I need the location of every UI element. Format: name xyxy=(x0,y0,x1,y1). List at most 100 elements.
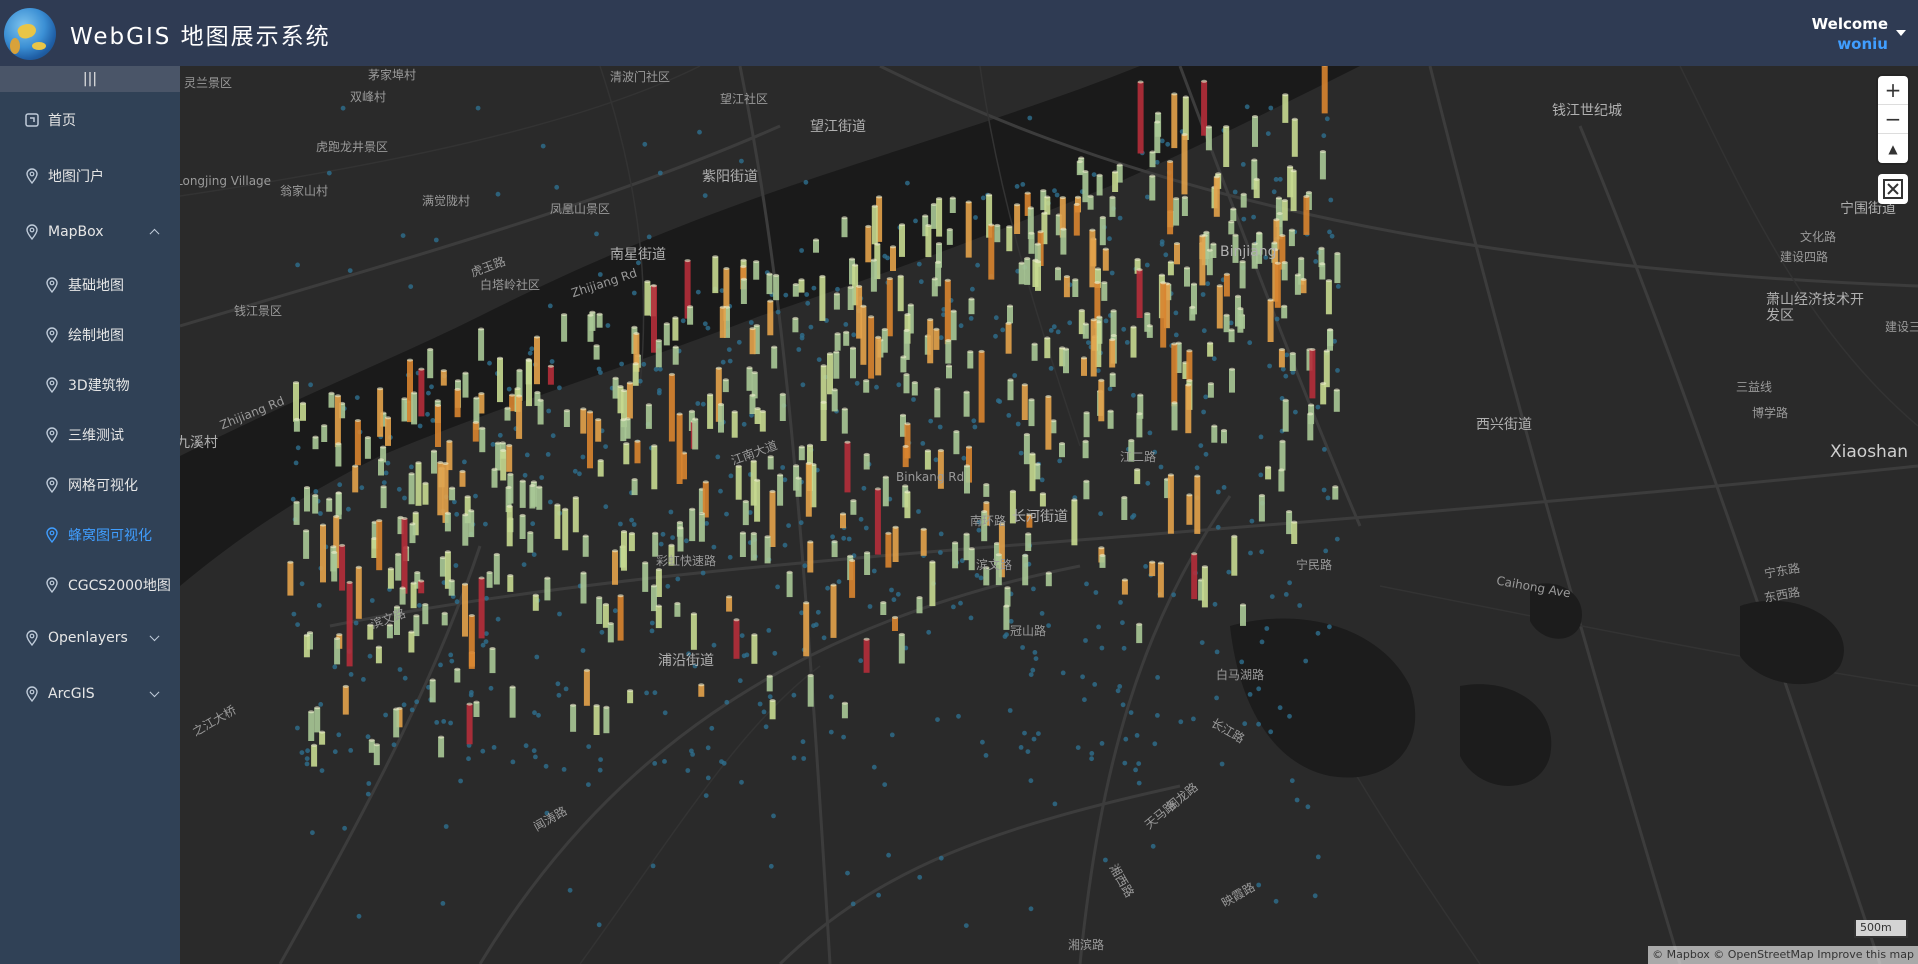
sidebar-item-grid-viz[interactable]: 网格可视化 xyxy=(0,460,180,510)
hexbin-column xyxy=(864,552,871,575)
hexbin-column-top xyxy=(1185,383,1192,387)
sidebar-item-3d-buildings[interactable]: 3D建筑物 xyxy=(0,360,180,410)
map-label: 紫阳街道 xyxy=(702,169,758,185)
hexbin-point xyxy=(1093,590,1099,595)
hexbin-column-top xyxy=(900,413,906,417)
hexbin-point xyxy=(1198,443,1204,448)
hexbin-point xyxy=(402,495,407,501)
app-header: WebGIS 地图展示系统 Welcome woniu xyxy=(0,0,1918,66)
hexbin-column xyxy=(409,523,416,544)
hexbin-column-top xyxy=(1258,493,1265,497)
user-menu[interactable]: Welcome woniu xyxy=(1812,14,1888,54)
hexbin-column xyxy=(1252,116,1258,147)
hexbin-column xyxy=(1201,566,1208,608)
sidebar-item-label: 地图门户 xyxy=(48,169,104,185)
hexbin-point xyxy=(483,639,489,644)
hexbin-point xyxy=(938,335,944,341)
hexbin-column-top xyxy=(864,551,871,555)
sidebar-item-basic-map[interactable]: 基础地图 xyxy=(0,260,180,310)
hexbin-point xyxy=(1242,721,1248,727)
hexbin-column-top xyxy=(336,633,343,637)
hexbin-column-top xyxy=(964,464,970,468)
zoom-in-button[interactable]: + xyxy=(1878,76,1908,105)
hexbin-column xyxy=(1171,343,1178,407)
hexbin-column-top xyxy=(532,593,539,597)
sidebar-item-openlayers[interactable]: Openlayers xyxy=(0,610,180,666)
map-label: 滨文路 xyxy=(976,558,1013,572)
hexbin-column xyxy=(532,595,539,611)
hexbin-point xyxy=(926,629,932,635)
caret-down-icon[interactable] xyxy=(1896,30,1906,36)
hexbin-column xyxy=(1160,282,1167,348)
zoom-out-button[interactable]: − xyxy=(1878,105,1908,134)
hexbin-point xyxy=(1256,721,1261,727)
hexbin-column xyxy=(1194,476,1201,534)
hexbin-column xyxy=(1323,350,1330,388)
hexbin-column-top xyxy=(1291,520,1298,524)
hexbin-column xyxy=(454,669,461,683)
hexbin-column xyxy=(304,487,310,512)
hexbin-point xyxy=(695,401,701,406)
hexbin-column xyxy=(373,744,380,766)
hexbin-column-top xyxy=(563,409,570,413)
hexbin-point xyxy=(510,759,516,765)
hexbin-column-top xyxy=(422,603,429,606)
sidebar-item-map-portal[interactable]: 地图门户 xyxy=(0,148,180,204)
hexbin-point xyxy=(968,615,974,621)
sidebar-item-home[interactable]: 首页 xyxy=(0,92,180,148)
hexbin-column xyxy=(1320,383,1327,405)
hexbin-column-top xyxy=(1005,321,1012,325)
hexbin-column xyxy=(509,687,516,718)
hexbin-column xyxy=(308,711,315,741)
hexbin-point xyxy=(425,411,430,417)
hexbin-column-top xyxy=(903,328,910,332)
hexbin-point xyxy=(381,480,387,485)
hexbin-column xyxy=(1007,306,1013,324)
hexbin-column-top xyxy=(334,394,341,398)
hexbin-column-top xyxy=(530,480,537,484)
hexbin-point xyxy=(871,568,877,574)
hexbin-point xyxy=(409,707,415,713)
hexbin-column-top xyxy=(1014,203,1021,207)
hexbin-column xyxy=(626,382,633,419)
hexbin-column-top xyxy=(1332,485,1339,489)
hexbin-point xyxy=(561,767,567,772)
hexbin-column-top xyxy=(986,193,993,197)
hexbin-column xyxy=(931,278,938,297)
hexbin-column-top xyxy=(929,560,936,564)
hexbin-point xyxy=(545,452,551,457)
sidebar-collapse-toggle[interactable]: ||| xyxy=(0,66,180,92)
hexbin-column-top xyxy=(380,445,387,449)
hexbin-column-top xyxy=(1289,351,1296,355)
fullscreen-button[interactable] xyxy=(1878,174,1908,204)
hexbin-column-top xyxy=(723,267,730,270)
hexbin-column-top xyxy=(1276,212,1283,215)
sidebar-item-arcgis[interactable]: ArcGIS xyxy=(0,666,180,722)
map-canvas[interactable]: 灵兰景区 茅家埠村 双峰村 虎跑龙井景区 Longjing Village 翁家… xyxy=(180,66,1918,964)
hexbin-column-top xyxy=(634,439,641,443)
hexbin-column xyxy=(1007,379,1014,401)
hexbin-column xyxy=(1294,274,1301,295)
hexbin-point xyxy=(1258,434,1264,440)
hexbin-column-top xyxy=(497,356,503,360)
sidebar-item-mapbox[interactable]: MapBox xyxy=(0,204,180,260)
map-attribution[interactable]: © Mapbox © OpenStreetMap Improve this ma… xyxy=(1648,946,1918,964)
sidebar-item-cgcs2000-map[interactable]: CGCS2000地图 xyxy=(0,560,180,610)
hexbin-column-top xyxy=(507,472,514,476)
hexbin-column xyxy=(1325,280,1332,315)
compass-button[interactable]: ▲ xyxy=(1878,134,1908,163)
hexbin-point xyxy=(1067,320,1073,326)
hexbin-column-top xyxy=(1059,442,1065,445)
hexbin-column-top xyxy=(950,309,957,313)
hexbin-column-top xyxy=(749,327,756,331)
hexbin-point xyxy=(1130,514,1135,520)
hexbin-column-top xyxy=(580,407,587,411)
hexbin-point xyxy=(726,347,732,352)
sidebar-item-3d-test[interactable]: 三维测试 xyxy=(0,410,180,460)
sidebar-item-hexbin-viz[interactable]: 蜂窝图可视化 xyxy=(0,510,180,560)
hexbin-column-top xyxy=(983,500,990,504)
sidebar-item-draw-map[interactable]: 绘制地图 xyxy=(0,310,180,360)
hexbin-column xyxy=(516,396,523,439)
hexbin-column xyxy=(1309,349,1316,399)
hexbin-column xyxy=(554,504,561,539)
